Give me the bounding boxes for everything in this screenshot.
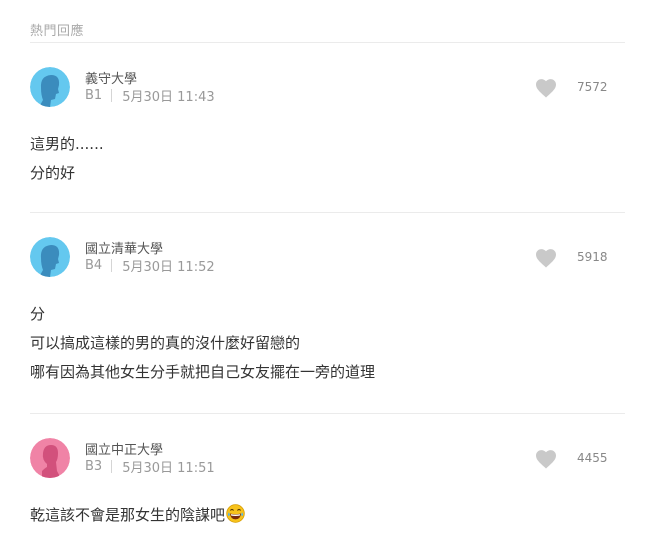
comment-line: 分 (30, 305, 46, 323)
school-name[interactable]: 國立清華大學 (85, 238, 163, 257)
comment-line: 可以搞成這樣的男的真的沒什麼好留戀的 (30, 334, 301, 352)
male-avatar-icon[interactable] (30, 67, 70, 107)
section-title: 熱門回應 (30, 24, 85, 39)
floor-number: B1 (85, 88, 103, 103)
comment-meta: B1 5月30日 11:43 (85, 86, 215, 105)
comment-body: 乾這該不會是那女生的陰謀吧 (30, 501, 245, 530)
comment-line: 哪有因為其他女生分手就把自己女友擺在一旁的道理 (30, 363, 376, 381)
divider (30, 42, 625, 43)
comment-item: 國立清華大學 B4 5月30日 11:52 5918 分 可以搞成這樣的男的真的… (30, 237, 625, 397)
comment-line: 分的好 (30, 164, 76, 182)
heart-icon[interactable] (535, 78, 557, 98)
floor-number: B4 (85, 258, 103, 273)
comment-line-text: 乾這該不會是那女生的陰謀吧 (30, 506, 226, 524)
meta-separator (111, 460, 113, 473)
like-count: 4455 (577, 451, 608, 465)
school-name[interactable]: 國立中正大學 (85, 439, 163, 458)
meta-separator (111, 89, 113, 102)
school-name[interactable]: 義守大學 (85, 68, 137, 87)
comment-item: 國立中正大學 B3 5月30日 11:51 4455 乾這該不會是那女生的陰謀吧 (30, 438, 625, 548)
male-avatar-icon[interactable] (30, 237, 70, 277)
like-count: 5918 (577, 250, 608, 264)
grinning-sweat-emoji-icon (226, 504, 245, 523)
heart-icon[interactable] (535, 449, 557, 469)
comment-line: 這男的...... (30, 135, 104, 153)
female-avatar-icon[interactable] (30, 438, 70, 478)
comment-meta: B3 5月30日 11:51 (85, 457, 215, 476)
timestamp: 5月30日 11:52 (122, 260, 215, 275)
divider (30, 413, 625, 414)
floor-number: B3 (85, 459, 103, 474)
comment-line: 乾這該不會是那女生的陰謀吧 (30, 501, 245, 530)
meta-separator (111, 259, 113, 272)
divider (30, 212, 625, 213)
comment-item: 義守大學 B1 5月30日 11:43 7572 這男的...... 分的好 (30, 67, 625, 197)
timestamp: 5月30日 11:51 (122, 461, 215, 476)
comment-meta: B4 5月30日 11:52 (85, 256, 215, 275)
like-count: 7572 (577, 80, 608, 94)
heart-icon[interactable] (535, 248, 557, 268)
timestamp: 5月30日 11:43 (122, 90, 215, 105)
comment-body: 分 可以搞成這樣的男的真的沒什麼好留戀的 哪有因為其他女生分手就把自己女友擺在一… (30, 300, 375, 387)
comment-body: 這男的...... 分的好 (30, 130, 104, 188)
